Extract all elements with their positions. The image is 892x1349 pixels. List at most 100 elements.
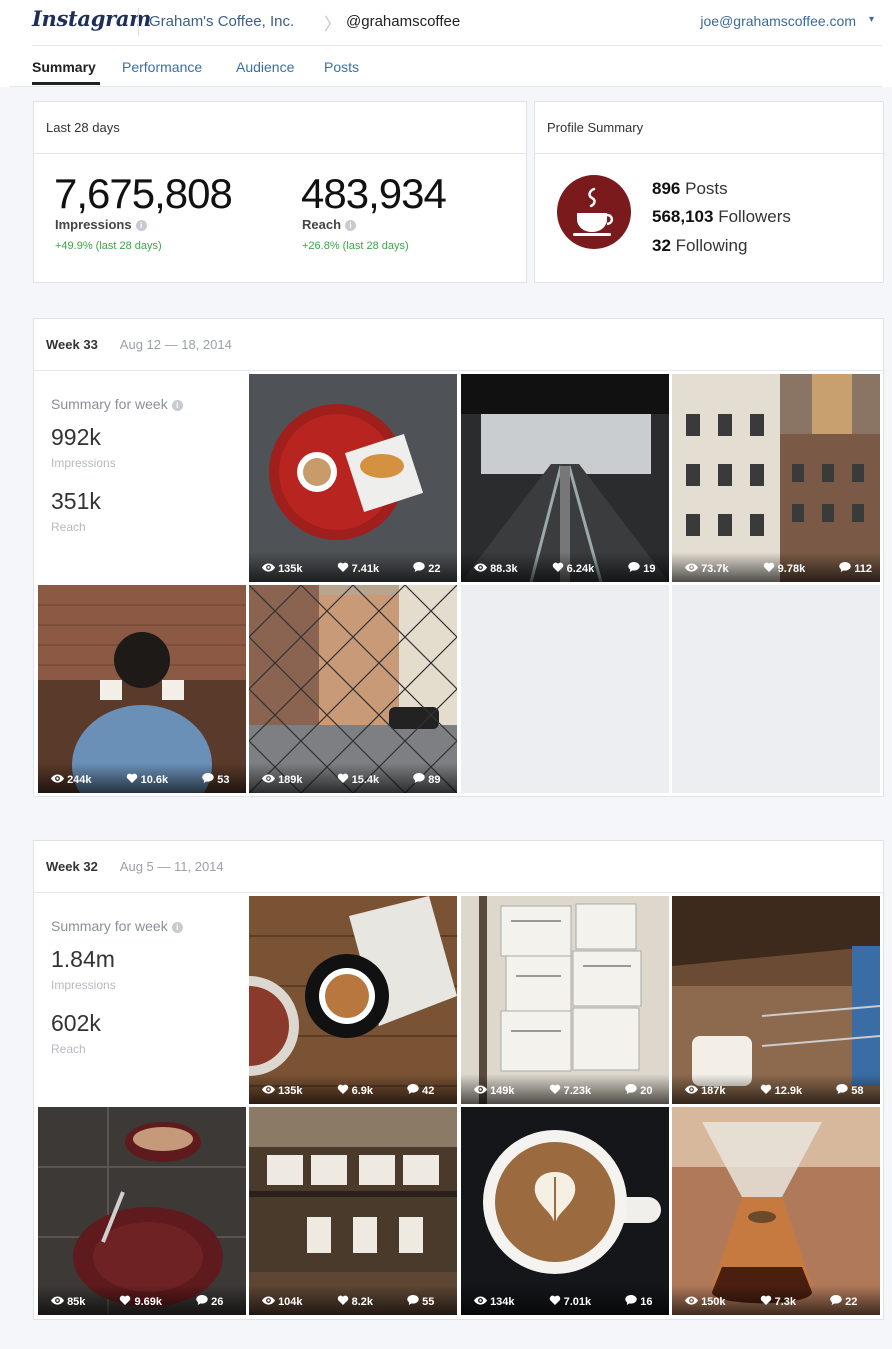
- week-impressions-value: 1.84m: [51, 946, 115, 972]
- comment-icon: [413, 773, 425, 783]
- tab-performance[interactable]: Performance: [122, 59, 202, 75]
- comment-icon: [407, 1084, 419, 1094]
- instagram-logo[interactable]: Instagram: [32, 6, 151, 31]
- comment-icon: [202, 773, 214, 783]
- comments-stat: 42: [407, 1084, 451, 1097]
- reach-change: +26.8% (last 28 days): [302, 240, 409, 252]
- post-stats: 244k 10.6k 53: [38, 763, 246, 793]
- week-32-header: Week 32 Aug 5 — 11, 2014: [34, 841, 883, 893]
- tab-posts[interactable]: Posts: [324, 59, 359, 75]
- likes-stat: 10.6k: [126, 773, 186, 786]
- info-icon[interactable]: i: [345, 220, 357, 231]
- reach-value: 483,934: [301, 170, 447, 217]
- empty-tile: [672, 585, 880, 793]
- week-reach-value: 602k: [51, 1010, 101, 1036]
- post-photo: [249, 896, 457, 1104]
- week-title: Week 32: [46, 859, 98, 874]
- summary-title: Summary for week i: [51, 918, 183, 934]
- info-icon[interactable]: i: [135, 220, 147, 231]
- post-photo: [249, 374, 457, 582]
- impressions-change: +49.9% (last 28 days): [55, 240, 162, 252]
- post-tile[interactable]: 244k 10.6k 53: [38, 585, 246, 793]
- comments-stat: 58: [836, 1084, 880, 1097]
- post-tile[interactable]: 189k 15.4k 89: [249, 585, 457, 793]
- post-photo: [249, 1107, 457, 1315]
- profile-summary-title: Profile Summary: [535, 102, 883, 154]
- post-tile[interactable]: 134k 7.01k 16: [461, 1107, 669, 1315]
- post-stats: 149k 7.23k 20: [461, 1074, 669, 1104]
- comment-icon: [839, 562, 851, 572]
- heart-icon: [126, 773, 138, 783]
- breadcrumb-company[interactable]: Graham's Coffee, Inc.: [149, 13, 294, 30]
- post-photo: [38, 585, 246, 793]
- post-photo: [38, 1107, 246, 1315]
- eye-icon: [51, 1296, 64, 1305]
- post-stats: 104k 8.2k 55: [249, 1285, 457, 1315]
- week-reach-label: Reach: [51, 1042, 86, 1056]
- comments-stat: 22: [830, 1295, 874, 1308]
- info-icon[interactable]: i: [171, 400, 183, 411]
- comments-stat: 16: [625, 1295, 669, 1308]
- views-stat: 73.7k: [685, 563, 746, 575]
- account-menu[interactable]: joe@grahamscoffee.com: [700, 13, 856, 29]
- post-tile[interactable]: 149k 7.23k 20: [461, 896, 669, 1104]
- views-stat: 85k: [51, 1296, 102, 1308]
- info-icon[interactable]: i: [171, 922, 183, 933]
- heart-icon: [337, 562, 349, 572]
- post-tile[interactable]: 135k 6.9k 42: [249, 896, 457, 1104]
- followers-count: 568,103 Followers: [652, 207, 791, 226]
- week-32-summary: Summary for week i 1.84m Impressions 602k…: [34, 894, 246, 1104]
- tab-audience[interactable]: Audience: [236, 59, 294, 75]
- likes-stat: 12.9k: [760, 1084, 820, 1097]
- impressions-label: Impressions i: [55, 217, 147, 232]
- heart-icon: [760, 1084, 772, 1094]
- post-tile[interactable]: 187k 12.9k 58: [672, 896, 880, 1104]
- week-title: Week 33: [46, 337, 98, 352]
- comment-icon: [628, 562, 640, 572]
- post-photo: [461, 1107, 669, 1315]
- top-header: Instagram Graham's Coffee, Inc. 〉 @graha…: [0, 0, 892, 46]
- post-tile[interactable]: 85k 9.69k 26: [38, 1107, 246, 1315]
- heart-icon: [549, 1295, 561, 1305]
- heart-icon: [337, 1295, 349, 1305]
- views-stat: 135k: [262, 1085, 320, 1097]
- likes-stat: 6.9k: [337, 1084, 390, 1097]
- likes-stat: 7.3k: [760, 1295, 813, 1308]
- comments-stat: 55: [407, 1295, 451, 1308]
- post-tile[interactable]: 150k 7.3k 22: [672, 1107, 880, 1315]
- post-tile[interactable]: 73.7k 9.78k 112: [672, 374, 880, 582]
- post-tile[interactable]: 135k 7.41k 22: [249, 374, 457, 582]
- post-photo: [672, 1107, 880, 1315]
- comments-stat: 26: [196, 1295, 240, 1308]
- post-photo: [461, 896, 669, 1104]
- week-impressions-label: Impressions: [51, 456, 116, 470]
- chevron-down-icon[interactable]: ▾: [869, 14, 874, 25]
- post-tile[interactable]: 88.3k 6.24k 19: [461, 374, 669, 582]
- views-stat: 135k: [262, 563, 320, 575]
- eye-icon: [262, 563, 275, 572]
- likes-stat: 7.23k: [549, 1084, 609, 1097]
- tab-summary[interactable]: Summary: [32, 59, 96, 75]
- views-stat: 187k: [685, 1085, 743, 1097]
- comment-icon: [625, 1295, 637, 1305]
- comments-stat: 89: [413, 773, 457, 786]
- views-stat: 149k: [474, 1085, 532, 1097]
- post-tile[interactable]: 104k 8.2k 55: [249, 1107, 457, 1315]
- following-count: 32 Following: [652, 236, 748, 255]
- week-33-summary: Summary for week i 992k Impressions 351k …: [34, 372, 246, 582]
- heart-icon: [552, 562, 564, 572]
- post-photo: [249, 585, 457, 793]
- impressions-value: 7,675,808: [54, 170, 233, 217]
- heart-icon: [760, 1295, 772, 1305]
- eye-icon: [685, 1085, 698, 1094]
- eye-icon: [262, 1296, 275, 1305]
- views-stat: 189k: [262, 774, 320, 786]
- avatar[interactable]: [557, 175, 631, 249]
- comment-icon: [407, 1295, 419, 1305]
- views-stat: 150k: [685, 1296, 743, 1308]
- comments-stat: 19: [628, 562, 669, 575]
- week-impressions-label: Impressions: [51, 978, 116, 992]
- heart-icon: [763, 562, 775, 572]
- eye-icon: [474, 1085, 487, 1094]
- week-33-header: Week 33 Aug 12 — 18, 2014: [34, 319, 883, 371]
